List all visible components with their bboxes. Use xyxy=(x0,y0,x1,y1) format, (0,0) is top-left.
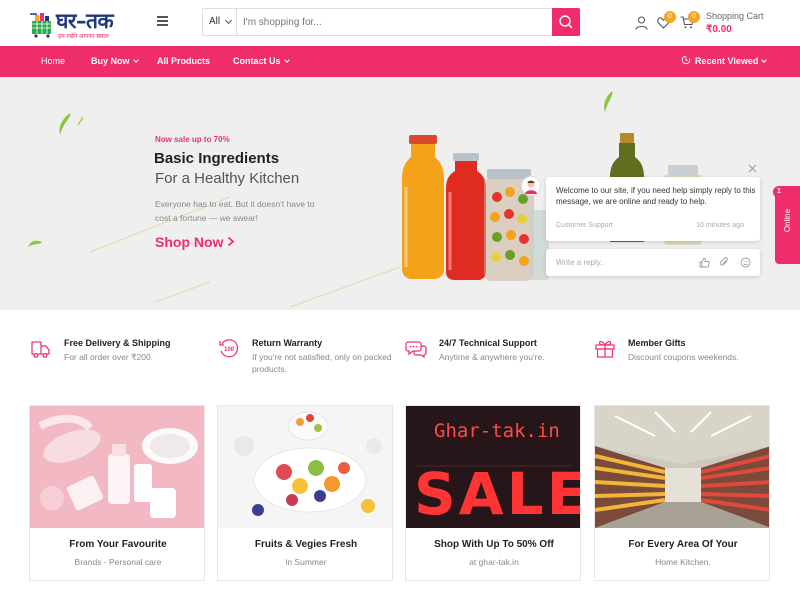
chat-reply-box[interactable]: Write a reply.. xyxy=(546,249,760,276)
feature-title: Member Gifts xyxy=(628,338,686,348)
search-input[interactable] xyxy=(239,9,551,35)
card-title: Shop With Up To 50% Off xyxy=(434,539,554,550)
nav-contact-us[interactable]: Contact Us xyxy=(233,46,290,77)
feature-description: For all order over ₹200. xyxy=(64,352,154,362)
user-account-icon[interactable] xyxy=(635,16,648,30)
fruits-image xyxy=(218,406,392,528)
chevron-down-icon xyxy=(132,57,139,63)
chat-online-label: Online xyxy=(783,208,793,233)
search-category-select[interactable]: All xyxy=(203,9,237,35)
feature-delivery: Free Delivery & Shipping For all order o… xyxy=(30,337,215,377)
support-chat-icon xyxy=(405,341,427,359)
logo[interactable]: घर–तक हम रखेंगे आपका ख्याल xyxy=(28,6,153,40)
card-subtitle: in Summer xyxy=(285,557,327,567)
nav-recent-viewed[interactable]: Recent Viewed xyxy=(681,46,768,77)
history-icon xyxy=(681,55,691,65)
hamburger-menu-icon[interactable] xyxy=(157,16,168,26)
feature-title: Free Delivery & Shipping xyxy=(64,338,171,348)
gift-icon xyxy=(595,340,615,358)
page: घर–तक हम रखेंगे आपका ख्याल All 0 xyxy=(0,0,800,600)
support-avatar xyxy=(521,176,541,196)
chat-time: 10 minutes ago xyxy=(696,222,744,229)
promo-card-fruits[interactable]: Fruits & Vegies Fresh in Summer xyxy=(217,405,393,581)
hero-description: Everyone has to eat. But it doesn't have… xyxy=(155,199,315,223)
search-bar: All xyxy=(202,8,580,36)
promo-card-kitchen[interactable]: For Every Area Of Your Home Kitchen. xyxy=(594,405,770,581)
leaf-icon xyxy=(604,91,613,112)
return-warranty-icon: 100 xyxy=(219,339,239,358)
search-category-value: All xyxy=(209,16,221,27)
nav-buy-now-label: Buy Now xyxy=(91,56,130,66)
supermarket-aisle-image xyxy=(595,406,769,528)
card-title: From Your Favourite xyxy=(69,539,167,550)
hero-sale-text: Now sale up to 70% xyxy=(155,135,230,144)
chevron-right-icon xyxy=(228,236,235,247)
feature-gifts: Member Gifts Discount coupons weekends. xyxy=(594,337,779,377)
header: घर–तक हम रखेंगे आपका ख्याल All 0 xyxy=(0,0,800,46)
cart-total: ₹0.00 xyxy=(706,24,732,35)
promo-card-sale[interactable]: Ghar-tak.in SALE Shop With Up To 50% Off… xyxy=(405,405,581,581)
personal-care-image xyxy=(30,406,204,528)
chat-reply-input[interactable]: Write a reply.. xyxy=(556,258,605,267)
sale-big-text: SALE xyxy=(414,460,581,528)
feature-support: 24/7 Technical Support Anytime & anywher… xyxy=(405,337,590,377)
card-title: For Every Area Of Your xyxy=(628,539,738,550)
wishlist-count-badge: 0 xyxy=(664,11,676,23)
emoji-icon[interactable] xyxy=(740,257,751,268)
search-button[interactable] xyxy=(552,8,580,36)
sale-sign-image: Ghar-tak.in SALE xyxy=(406,406,581,528)
agent-avatar-icon xyxy=(525,180,537,194)
card-subtitle: Brands - Personal care xyxy=(74,557,162,567)
feature-description: If you're not satisfied, only on packed … xyxy=(252,352,392,374)
chat-unread-badge: 1 xyxy=(773,186,785,198)
feature-return: 100 Return Warranty If you're not satisf… xyxy=(218,337,403,377)
chevron-down-icon xyxy=(224,16,233,25)
sale-sign-text: Ghar-tak.in xyxy=(434,420,560,442)
card-title: Fruits & Vegies Fresh xyxy=(254,539,358,550)
close-icon[interactable] xyxy=(748,164,757,173)
hero-title: Basic Ingredients xyxy=(154,150,280,167)
delivery-icon xyxy=(31,341,50,358)
nav-all-products[interactable]: All Products xyxy=(157,46,210,77)
shop-now-label: Shop Now xyxy=(155,234,224,250)
chat-message-card: Welcome to our site, if you need help si… xyxy=(546,177,760,241)
cart-label[interactable]: Shopping Cart xyxy=(706,11,764,21)
feature-description: Discount coupons weekends. xyxy=(628,352,739,362)
feature-description: Anytime & anywhere you're. xyxy=(439,352,545,362)
card-subtitle: Home Kitchen. xyxy=(655,557,711,567)
leaf-icon xyxy=(59,113,71,135)
search-icon xyxy=(559,15,573,29)
nav-buy-now[interactable]: Buy Now xyxy=(91,46,139,77)
basket-icon xyxy=(30,13,51,38)
attachment-icon[interactable] xyxy=(719,257,730,268)
nav-contact-us-label: Contact Us xyxy=(233,56,281,66)
thumbs-up-icon[interactable] xyxy=(699,257,710,268)
shop-now-link[interactable]: Shop Now xyxy=(155,234,235,250)
logo-tagline: हम रखेंगे आपका ख्याल xyxy=(58,34,109,40)
card-subtitle: at ghar-tak.in xyxy=(469,557,519,567)
nav-home[interactable]: Home xyxy=(41,46,65,77)
logo-text: घर–तक xyxy=(56,9,114,33)
svg-text:100: 100 xyxy=(224,347,235,353)
chat-sender: Customer Support xyxy=(556,222,613,229)
chat-message: Welcome to our site, if you need help si… xyxy=(556,186,756,206)
promo-card-personal-care[interactable]: From Your Favourite Brands - Personal ca… xyxy=(29,405,205,581)
main-nav: Home Buy Now All Products Contact Us Rec… xyxy=(0,46,800,77)
leaf-icon xyxy=(28,240,42,247)
feature-title: 24/7 Technical Support xyxy=(439,338,537,348)
cart-count-badge: 0 xyxy=(688,11,700,23)
chevron-down-icon xyxy=(283,57,290,63)
chevron-down-icon xyxy=(761,57,768,63)
feature-title: Return Warranty xyxy=(252,338,323,348)
nav-recent-viewed-label: Recent Viewed xyxy=(695,56,759,66)
hero-subtitle: For a Healthy Kitchen xyxy=(155,170,300,187)
